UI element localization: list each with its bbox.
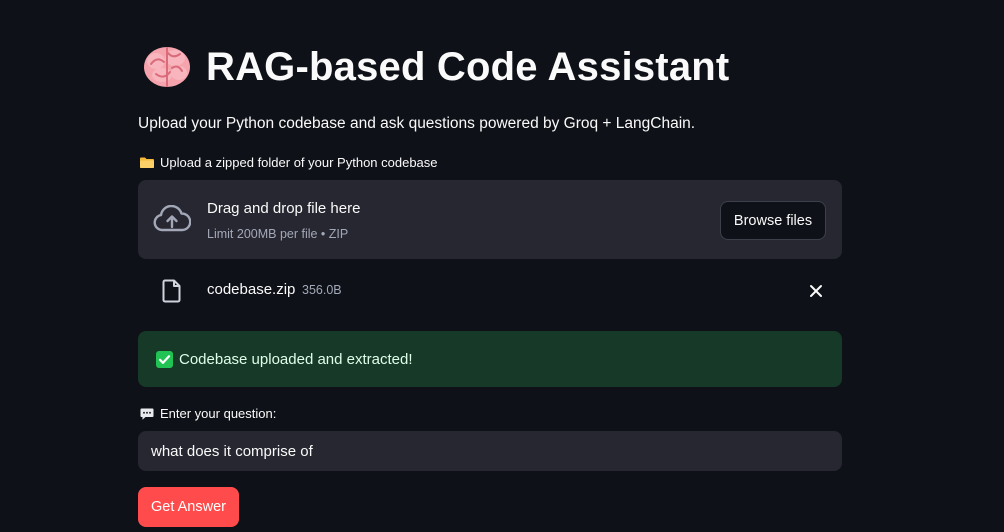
- question-label-text: Enter your question:: [160, 406, 277, 421]
- browse-files-button[interactable]: Browse files: [720, 201, 826, 240]
- brain-icon: [144, 47, 190, 87]
- title-row: RAG-based Code Assistant: [142, 44, 729, 90]
- file-icon: [162, 279, 181, 303]
- cloud-upload-icon: [153, 205, 191, 232]
- file-dropzone[interactable]: Drag and drop file here Limit 200MB per …: [138, 180, 842, 259]
- success-message: Codebase uploaded and extracted!: [179, 350, 413, 368]
- uploader-label-text: Upload a zipped folder of your Python co…: [160, 155, 438, 170]
- uploaded-file-row: codebase.zip 356.0B: [138, 270, 842, 312]
- speech-balloon-icon: [140, 408, 154, 420]
- folder-icon: [140, 157, 154, 168]
- uploaded-file-size: 356.0B: [302, 283, 342, 297]
- question-label: Enter your question:: [140, 406, 276, 421]
- uploader-label: Upload a zipped folder of your Python co…: [140, 155, 438, 170]
- check-icon: [156, 350, 173, 368]
- app-page: RAG-based Code Assistant Upload your Pyt…: [0, 0, 1004, 532]
- get-answer-button[interactable]: Get Answer: [138, 487, 239, 527]
- remove-file-icon[interactable]: [808, 283, 824, 299]
- uploaded-file-name: codebase.zip: [207, 281, 296, 298]
- page-title: RAG-based Code Assistant: [206, 44, 730, 89]
- dropzone-title: Drag and drop file here: [207, 200, 361, 217]
- question-input[interactable]: [138, 431, 842, 471]
- success-alert: Codebase uploaded and extracted!: [138, 331, 842, 387]
- page-subtitle: Upload your Python codebase and ask ques…: [138, 115, 696, 132]
- dropzone-limit-text: Limit 200MB per file • ZIP: [207, 227, 349, 241]
